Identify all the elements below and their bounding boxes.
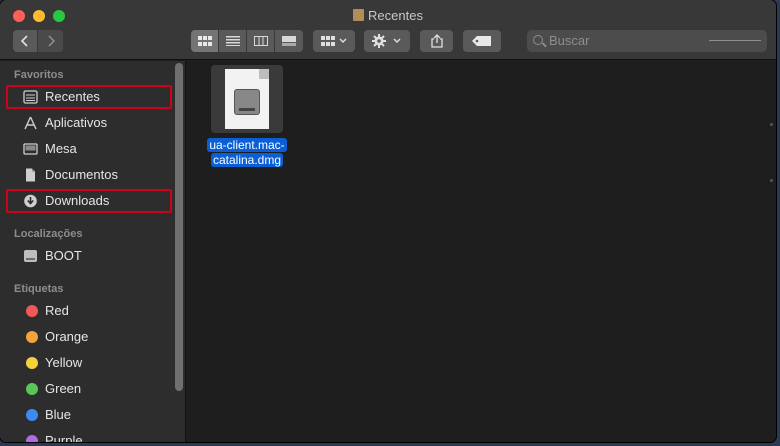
disk-graphic (234, 89, 260, 115)
sidebar-scrollbar-thumb[interactable] (175, 63, 183, 391)
file-name-line-1: ua-client.mac- (207, 138, 287, 152)
sidebar-item-documentos[interactable]: Documentos (14, 163, 174, 187)
sidebar-item-label: Aplicativos (45, 115, 108, 130)
action-menu-button[interactable] (364, 30, 410, 52)
sidebar-item-tag-purple[interactable]: Purple (14, 429, 174, 442)
highlight-box-downloads (6, 189, 172, 213)
window-title: Recentes (0, 8, 776, 24)
tags-button[interactable] (463, 30, 501, 52)
toolbar: Recentes Buscar (0, 0, 776, 60)
list-view-button[interactable] (219, 30, 246, 52)
desktop-icon (23, 143, 38, 155)
tag-color-dot (26, 331, 38, 343)
search-field[interactable]: Buscar (527, 30, 767, 52)
tag-icon (472, 36, 491, 46)
edge-marker (770, 179, 773, 182)
sidebar-item-tag-orange[interactable]: Orange (14, 325, 174, 349)
file-browser-area: ua-client.mac- catalina.dmg (187, 61, 776, 442)
sidebar-item-tag-yellow[interactable]: Yellow (14, 351, 174, 375)
chevron-left-icon (20, 35, 28, 47)
sidebar-item-tag-red[interactable]: Red (14, 299, 174, 323)
sidebar-item-mesa[interactable]: Mesa (14, 137, 174, 161)
dmg-disk-image-icon (225, 69, 269, 129)
tag-color-dot (26, 435, 38, 442)
list-view-icon (225, 36, 240, 46)
tag-color-dot (26, 383, 38, 395)
edge-marker (770, 123, 773, 126)
sidebar-item-label: Purple (45, 433, 83, 442)
highlight-box-recentes (6, 85, 172, 109)
sidebar-item-label: Documentos (45, 167, 118, 182)
file-name-line-2: catalina.dmg (210, 153, 284, 167)
tag-color-dot (26, 305, 38, 317)
sidebar-item-tag-green[interactable]: Green (14, 377, 174, 401)
hard-drive-icon (24, 250, 37, 262)
column-view-button[interactable] (247, 30, 274, 52)
sidebar-item-label: Red (45, 303, 69, 318)
search-placeholder: Buscar (549, 33, 590, 48)
file-name-label[interactable]: ua-client.mac- catalina.dmg (199, 138, 295, 168)
documents-icon (26, 168, 35, 182)
finder-window: Recentes Buscar Favoritos Recentes Aplic… (0, 0, 776, 442)
gear-icon (372, 34, 401, 48)
back-button[interactable] (13, 30, 37, 52)
sidebar: Favoritos Recentes Aplicativos Mesa Docu… (0, 61, 186, 442)
gallery-view-icon (282, 36, 296, 46)
sidebar-item-label: BOOT (45, 248, 82, 263)
sidebar-item-label: Yellow (45, 355, 83, 370)
forward-button[interactable] (38, 30, 63, 52)
group-by-button[interactable] (313, 30, 355, 52)
view-mode-control (191, 30, 303, 52)
recents-icon (353, 9, 365, 21)
column-view-icon (253, 36, 268, 46)
section-header-locations: Localizações (14, 228, 83, 240)
sidebar-item-label: Mesa (45, 141, 77, 156)
sidebar-item-label: Orange (45, 329, 89, 344)
tag-color-dot (26, 357, 38, 369)
icon-view-icon (197, 36, 212, 46)
share-icon (430, 34, 443, 48)
search-icon (533, 35, 543, 45)
sidebar-item-tag-blue[interactable]: Blue (14, 403, 174, 427)
group-icon (321, 36, 347, 46)
share-button[interactable] (420, 30, 453, 52)
sidebar-item-aplicativos[interactable]: Aplicativos (14, 111, 174, 135)
section-header-tags: Etiquetas (14, 283, 64, 295)
gallery-view-button[interactable] (275, 30, 303, 52)
file-icon-tile[interactable] (211, 65, 283, 133)
sidebar-item-label: Blue (45, 407, 72, 422)
sidebar-item-boot[interactable]: BOOT (14, 244, 174, 268)
chevron-right-icon (47, 35, 55, 47)
icon-view-button[interactable] (191, 30, 218, 52)
applications-icon (24, 116, 37, 130)
sidebar-item-label: Green (45, 381, 82, 396)
section-header-favorites: Favoritos (14, 69, 64, 81)
search-divider (709, 40, 761, 41)
tag-color-dot (26, 409, 38, 421)
